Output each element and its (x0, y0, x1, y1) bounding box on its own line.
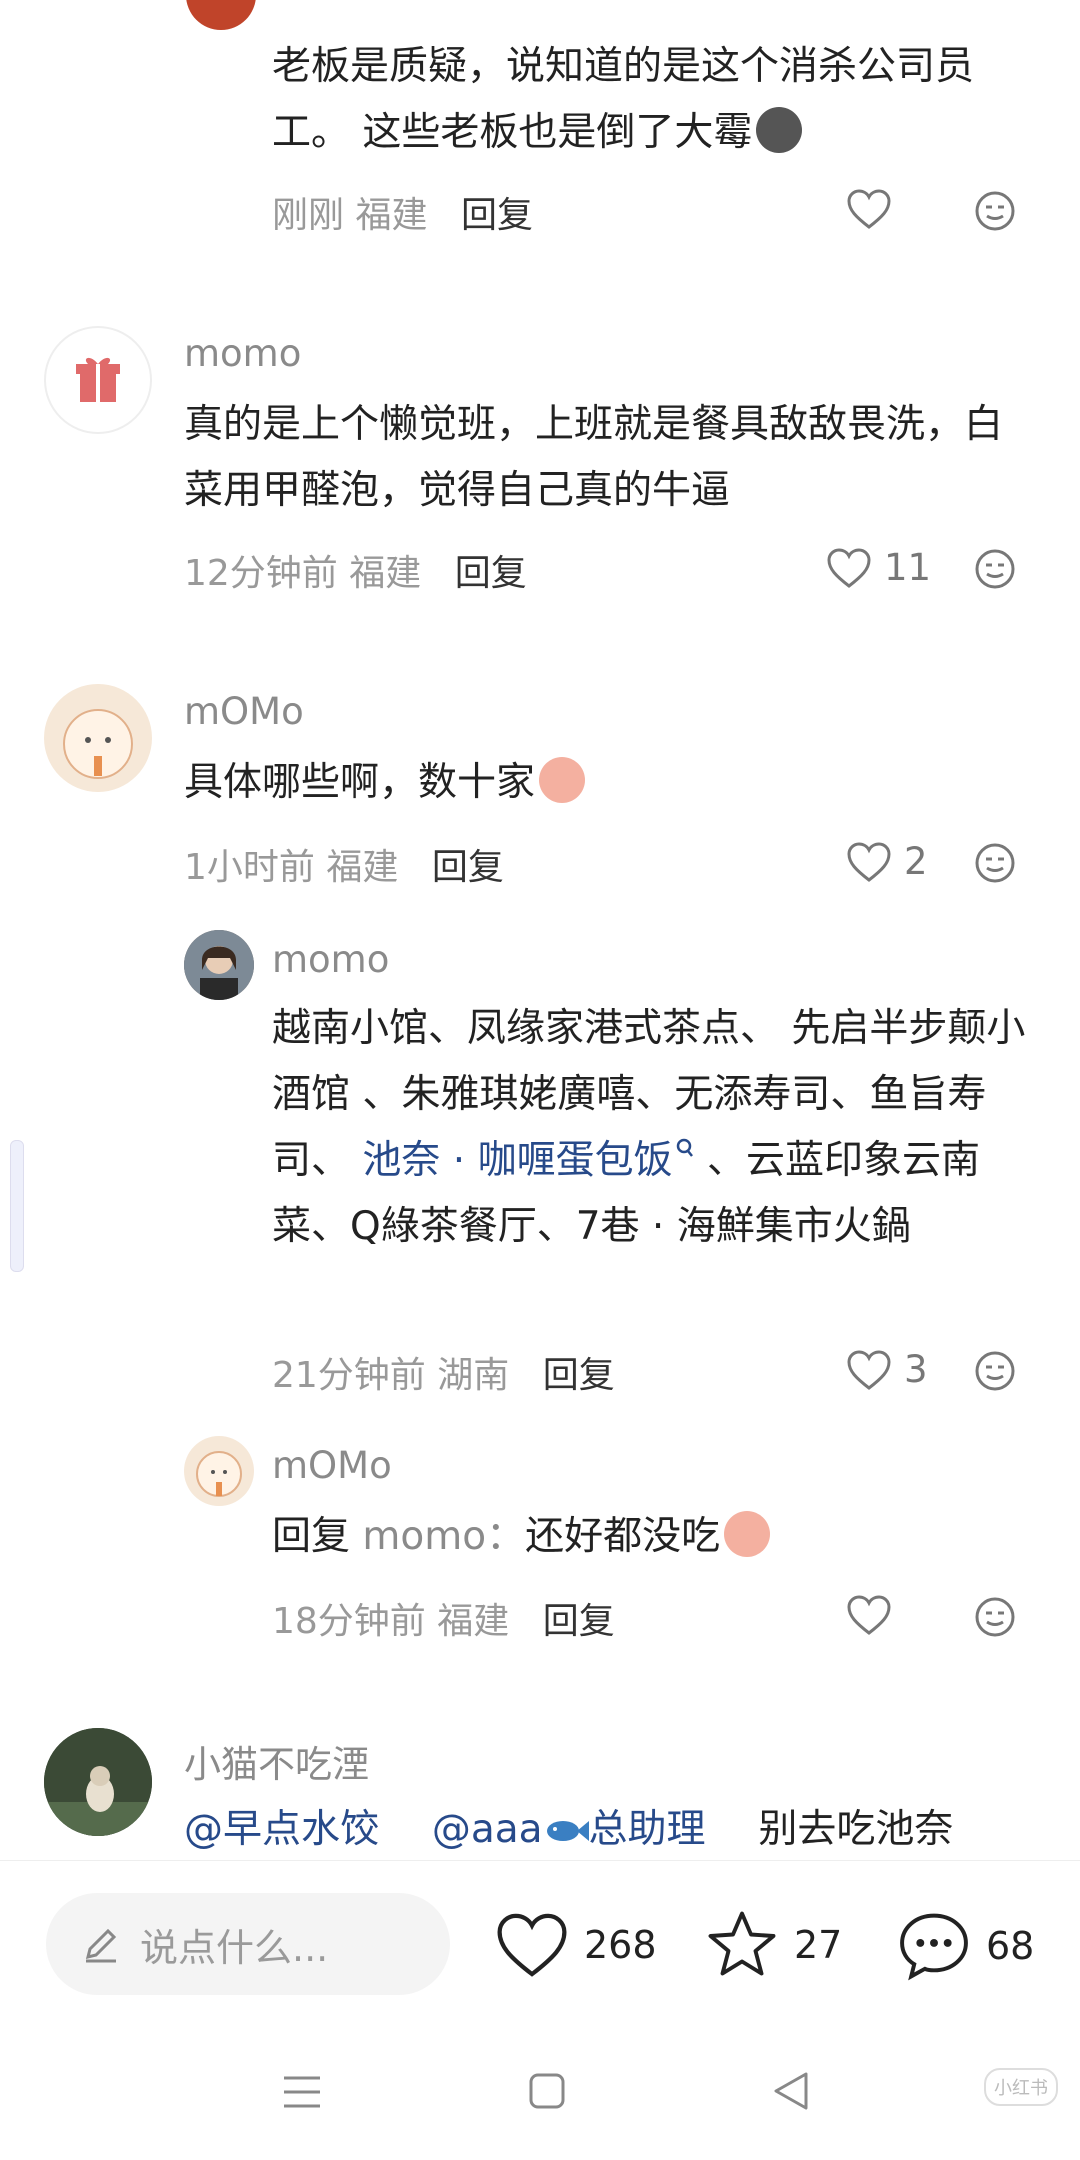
username[interactable]: mOMo (272, 1444, 392, 1487)
cartoon-avatar-icon (196, 1451, 242, 1497)
photo-avatar-icon (184, 930, 254, 1000)
like-button[interactable] (846, 188, 892, 230)
heart-icon (497, 1913, 567, 1977)
avatar[interactable] (44, 326, 152, 434)
avatar[interactable] (184, 1436, 254, 1506)
comment-text: 具体哪些啊，数十家 (184, 750, 1014, 816)
gift-icon (76, 357, 120, 402)
emoji-reaction-icon[interactable] (974, 548, 1016, 590)
watermark-logo: 小红书 (984, 2068, 1058, 2106)
reply-button[interactable]: 回复 (432, 847, 504, 888)
like-button[interactable] (846, 1594, 892, 1636)
star-icon (708, 1911, 776, 1976)
search-icon (676, 1138, 693, 1157)
bottom-action-bar: 说点什么... 268 27 68 (0, 1860, 1080, 2021)
comment-input-placeholder: 说点什么... (140, 1925, 329, 1970)
scroll-indicator[interactable] (10, 1140, 24, 1272)
cat-emoji-icon (756, 107, 803, 153)
favorite-button[interactable]: 27 (704, 1909, 842, 1981)
crying-emoji-icon (539, 757, 586, 803)
chat-bubble-icon (900, 1913, 968, 1981)
system-nav-bar: 小红书 (0, 2020, 1080, 2160)
comment-meta: 18分钟前 福建 回复 (272, 1601, 615, 1642)
username[interactable]: momo (184, 332, 301, 375)
like-count: 2 (904, 840, 928, 883)
heart-icon (847, 1595, 891, 1635)
reply-button[interactable]: 回复 (543, 1355, 615, 1396)
like-button[interactable]: 2 (846, 840, 928, 883)
comment-text: 真的是上个懒觉班，上班就是餐具敌敌畏洗，白菜用甲醛泡，觉得自己真的牛逼 (184, 402, 1004, 513)
like-button[interactable]: 11 (826, 546, 931, 589)
comment-button[interactable]: 68 (896, 1909, 1034, 1983)
like-count: 3 (904, 1348, 928, 1391)
avatar[interactable] (184, 930, 254, 1000)
like-total: 268 (584, 1923, 657, 1967)
favorite-total: 27 (794, 1923, 843, 1967)
reply-button[interactable]: 回复 (461, 195, 533, 236)
back-icon[interactable] (772, 2070, 810, 2112)
emoji-reaction-icon[interactable] (974, 842, 1016, 884)
comment-text: @早点水饺 @aaa 总助理 别去吃池奈 (184, 1807, 954, 1852)
pencil-icon (85, 1928, 117, 1963)
comment-text: 老板是质疑，说知道的是这个消杀公司员工。 这些老板也是倒了大霉 (272, 44, 975, 155)
mention-link[interactable]: @aaa 总助理 (432, 1807, 706, 1852)
reply-button[interactable]: 回复 (455, 553, 527, 594)
mention-link[interactable]: @早点水饺 (184, 1807, 379, 1852)
comment-meta: 21分钟前 湖南 回复 (272, 1355, 615, 1396)
like-count: 11 (884, 546, 932, 589)
comment-meta: 1小时前 福建 回复 (184, 847, 504, 888)
heart-icon (847, 841, 891, 882)
emoji-reaction-icon[interactable] (974, 190, 1016, 232)
home-icon[interactable] (528, 2072, 566, 2110)
heart-icon (847, 1349, 891, 1390)
comment-text: 回复 momo：还好都没吃 (272, 1504, 1042, 1570)
reply-button[interactable]: 回复 (543, 1601, 615, 1642)
username[interactable]: mOMo (184, 690, 304, 733)
username[interactable]: momo (272, 938, 389, 981)
shop-link[interactable]: 池奈 · 咖喱蛋包饭 (362, 1138, 694, 1183)
like-post-button[interactable]: 268 (494, 1911, 657, 1979)
avatar[interactable] (44, 1728, 152, 1836)
emoji-reaction-icon[interactable] (974, 1350, 1016, 1392)
fish-emoji-icon (546, 1821, 589, 1841)
menu-icon[interactable] (282, 2074, 322, 2110)
reply-target[interactable]: momo： (362, 1514, 525, 1559)
comment-total: 68 (986, 1924, 1035, 1968)
username[interactable]: 小猫不吃湮 (184, 1734, 369, 1788)
comment-meta: 12分钟前 福建 回复 (184, 553, 527, 594)
comment-meta: 刚刚 福建 回复 (272, 195, 533, 236)
cat-photo-icon (44, 1728, 152, 1836)
heart-icon (827, 547, 871, 588)
avatar[interactable] (44, 684, 152, 792)
like-button[interactable]: 3 (846, 1348, 928, 1391)
emoji-reaction-icon[interactable] (974, 1596, 1016, 1638)
comment-input[interactable]: 说点什么... (46, 1893, 450, 1995)
avatar[interactable] (186, 0, 256, 30)
heart-icon (847, 189, 891, 229)
cartoon-avatar-icon (63, 709, 133, 779)
crying-emoji-icon (724, 1511, 771, 1557)
comment-text: 越南小馆、凤缘家港式茶点、 先启半步颠小酒馆 、朱雅琪姥廣嘻、无添寿司、鱼旨寿司… (272, 1006, 1026, 1249)
